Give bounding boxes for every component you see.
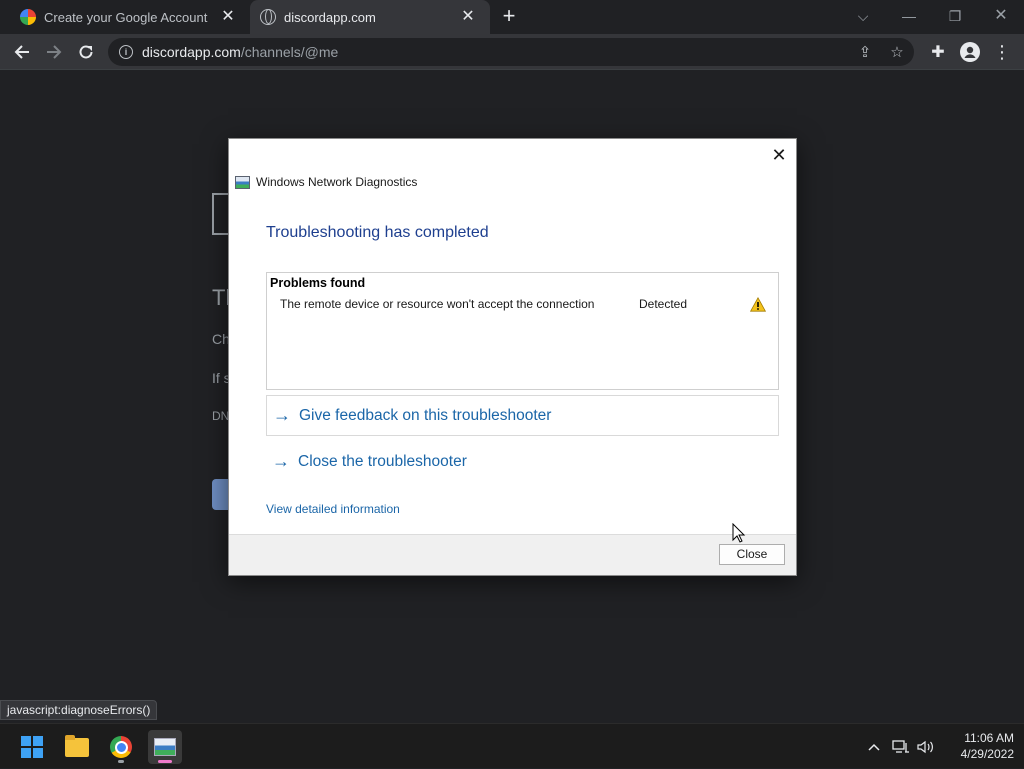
url-text: discordapp.com/channels/@me — [142, 44, 338, 60]
url-domain: discordapp.com — [142, 44, 241, 60]
profile-icon[interactable] — [956, 38, 984, 66]
dialog-heading: Troubleshooting has completed — [266, 224, 489, 241]
arrow-right-icon: → — [272, 451, 290, 471]
network-diagnostics-icon — [154, 738, 176, 756]
problems-title: Problems found — [270, 276, 366, 290]
tab-close-icon[interactable]: ✕ — [218, 7, 238, 27]
active-indicator — [158, 760, 172, 763]
file-explorer-icon — [65, 734, 89, 757]
dialog-close-icon[interactable]: ✕ — [768, 144, 790, 166]
back-arrow-icon — [14, 45, 29, 59]
network-diagnostics-icon — [235, 175, 250, 189]
mouse-cursor-icon — [732, 523, 746, 543]
google-icon — [20, 9, 36, 25]
taskbar: 11:06 AM 4/29/2022 — [0, 723, 1024, 768]
back-button[interactable] — [8, 38, 36, 66]
view-details-link[interactable]: View detailed information — [266, 502, 400, 516]
forward-button[interactable] — [40, 38, 68, 66]
address-bar[interactable]: i discordapp.com/channels/@me ⇪ ☆ — [108, 38, 914, 66]
globe-icon — [260, 9, 276, 25]
forward-arrow-icon — [47, 45, 62, 59]
new-tab-button[interactable]: + — [498, 5, 520, 29]
status-bar-url: javascript:diagnoseErrors() — [0, 700, 158, 720]
network-diagnostics-dialog: ✕ Windows Network Diagnostics Troublesho… — [228, 138, 797, 576]
dialog-app-name: Windows Network Diagnostics — [256, 175, 418, 189]
system-clock[interactable]: 11:06 AM 4/29/2022 — [944, 730, 1014, 762]
tab-strip: Create your Google Account ✕ discordapp.… — [0, 0, 1024, 34]
tray-overflow-chevron-icon[interactable] — [864, 724, 884, 769]
network-diagnostics-taskbar-button[interactable] — [148, 730, 182, 764]
problem-description[interactable]: The remote device or resource won't acce… — [280, 297, 594, 311]
chrome-icon — [110, 736, 132, 758]
url-path: /channels/@me — [240, 44, 339, 60]
dialog-app-header: Windows Network Diagnostics — [235, 175, 417, 189]
close-troubleshooter-label: Close the troubleshooter — [298, 452, 467, 470]
chrome-taskbar-button[interactable] — [104, 730, 138, 764]
chrome-menu-icon[interactable]: ⋮ — [988, 38, 1016, 66]
tab-google-account[interactable]: Create your Google Account ✕ — [0, 0, 250, 34]
site-info-icon[interactable]: i — [119, 45, 133, 59]
tab-close-icon[interactable]: ✕ — [458, 7, 478, 27]
minimize-button[interactable]: — — [894, 4, 924, 28]
tab-discord[interactable]: discordapp.com ✕ — [250, 0, 490, 34]
reload-button[interactable] — [72, 38, 100, 66]
running-indicator — [118, 760, 124, 763]
window-close-button[interactable]: ✕ — [986, 4, 1016, 28]
start-icon — [21, 736, 43, 758]
browser-toolbar: i discordapp.com/channels/@me ⇪ ☆ ✚ ⋮ — [0, 34, 1024, 70]
warning-icon — [750, 297, 766, 312]
tab-title: discordapp.com — [284, 9, 376, 25]
give-feedback-label: Give feedback on this troubleshooter — [299, 406, 552, 424]
tab-search-icon[interactable]: ⌵ — [848, 4, 878, 28]
file-explorer-button[interactable] — [60, 730, 94, 764]
restore-button[interactable]: ❐ — [940, 4, 970, 28]
volume-icon[interactable] — [915, 724, 937, 769]
tab-title: Create your Google Account — [44, 9, 208, 25]
arrow-right-icon: → — [273, 405, 291, 425]
start-button[interactable] — [15, 730, 49, 764]
close-troubleshooter-link[interactable]: → Close the troubleshooter — [266, 441, 779, 482]
extensions-icon[interactable]: ✚ — [924, 38, 952, 66]
problems-panel: Problems found The remote device or reso… — [266, 272, 779, 390]
give-feedback-link[interactable]: → Give feedback on this troubleshooter — [266, 395, 779, 436]
dialog-footer: Close — [229, 534, 796, 575]
clock-date: 4/29/2022 — [960, 747, 1014, 761]
reload-icon — [79, 45, 93, 59]
problem-status: Detected — [639, 297, 688, 311]
error-code: DN — [212, 409, 230, 423]
clock-time: 11:06 AM — [964, 731, 1014, 745]
share-icon[interactable]: ⇪ — [856, 44, 874, 62]
profile-avatar-icon — [960, 42, 980, 62]
close-button[interactable]: Close — [719, 544, 785, 565]
bookmark-star-icon[interactable]: ☆ — [888, 44, 906, 62]
network-icon[interactable] — [890, 724, 912, 769]
